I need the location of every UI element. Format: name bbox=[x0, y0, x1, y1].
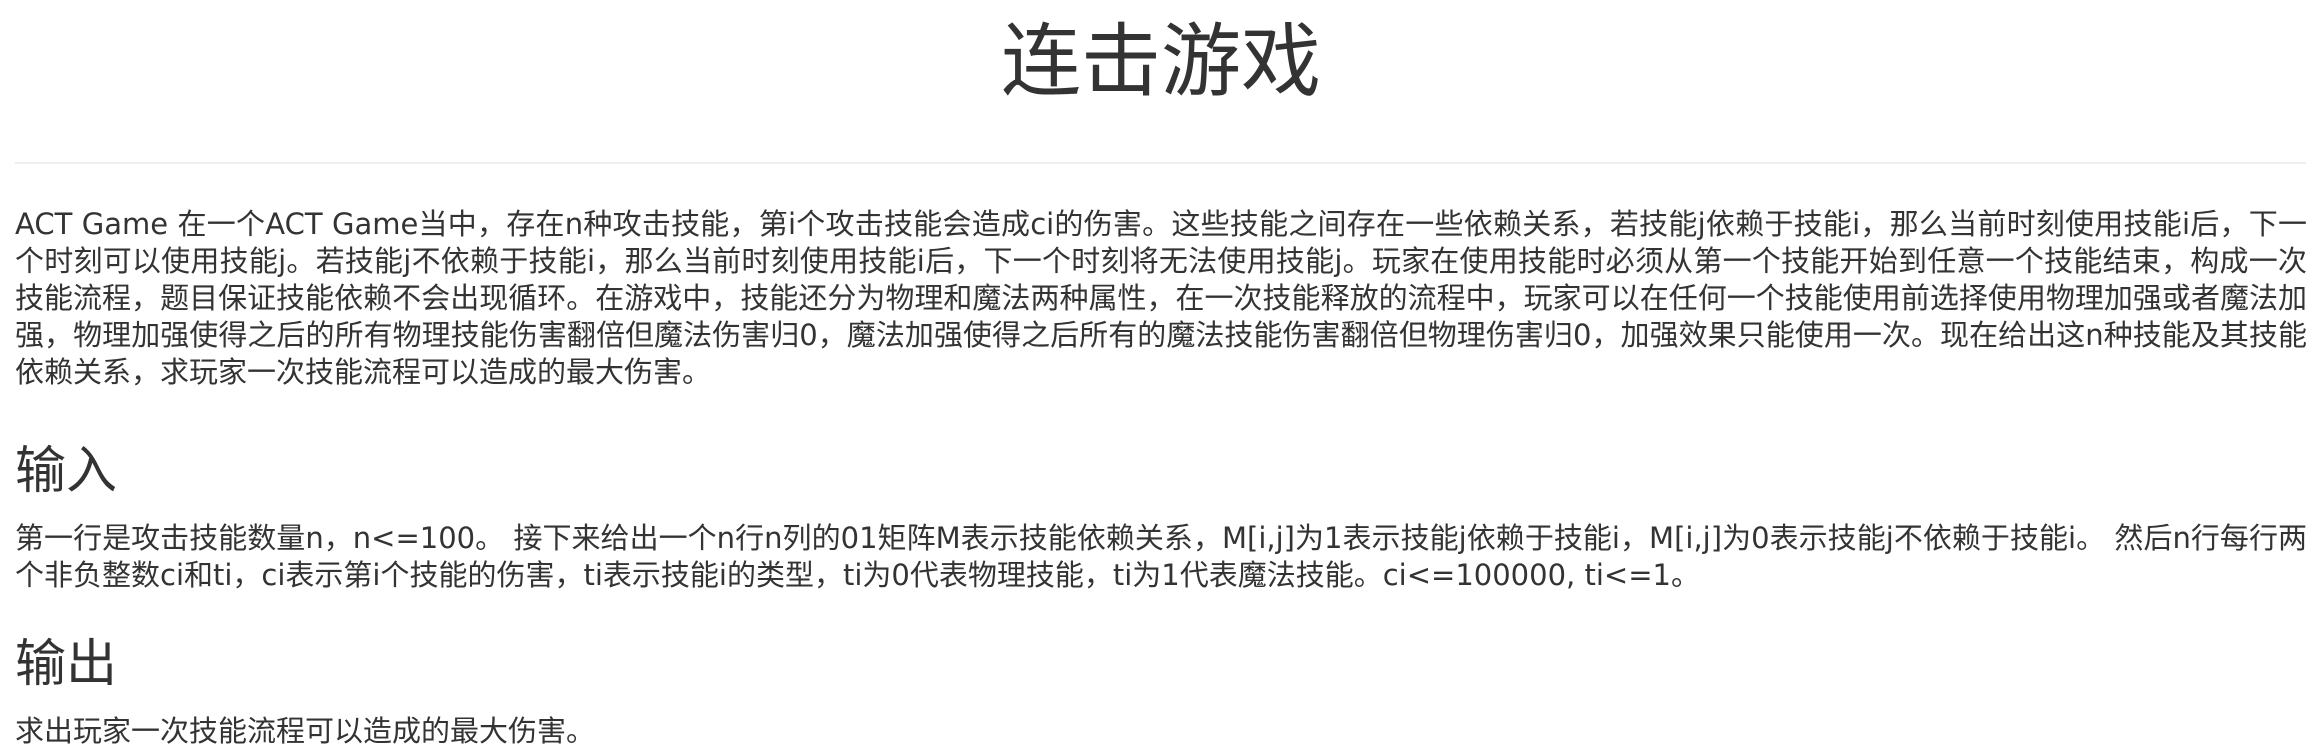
page-title: 连击游戏 bbox=[1001, 15, 1321, 108]
input-description: 第一行是攻击技能数量n，n<=100。 接下来给出一个n行n列的01矩阵M表示技… bbox=[15, 521, 2307, 592]
output-description: 求出玩家一次技能流程可以造成的最大伤害。 bbox=[15, 714, 596, 748]
problem-page: 连击游戏 ACT Game 在一个ACT Game当中，存在n种攻击技能，第i个… bbox=[0, 0, 2322, 754]
input-heading: 输入 bbox=[15, 442, 118, 501]
title-divider bbox=[15, 162, 2306, 164]
output-heading: 输出 bbox=[15, 635, 118, 694]
problem-description: ACT Game 在一个ACT Game当中，存在n种攻击技能，第i个攻击技能会… bbox=[15, 207, 2307, 389]
